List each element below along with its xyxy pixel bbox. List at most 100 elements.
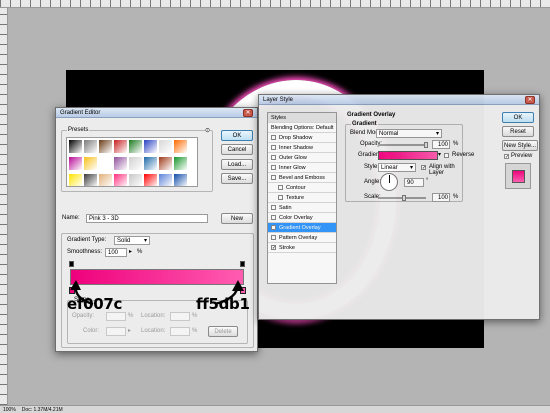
preset-swatch[interactable]: [69, 140, 82, 153]
stop-location-input-1[interactable]: [170, 312, 190, 321]
preset-swatch[interactable]: [114, 157, 127, 170]
new-style-button[interactable]: New Style...: [502, 140, 538, 151]
style-item-checkbox[interactable]: [278, 185, 283, 190]
style-item-checkbox[interactable]: [271, 235, 276, 240]
layer-style-titlebar[interactable]: Layer Style ✕: [259, 95, 539, 105]
style-item-blending-options-default[interactable]: Blending Options: Default: [268, 123, 336, 133]
preview-checkbox[interactable]: ✓: [504, 154, 509, 160]
scale-slider-thumb[interactable]: [402, 195, 406, 201]
close-icon[interactable]: ✕: [243, 108, 253, 117]
preset-swatch[interactable]: [174, 157, 187, 170]
ok-button[interactable]: OK: [502, 112, 534, 123]
style-item-checkbox[interactable]: ✓: [271, 245, 276, 251]
load-button[interactable]: Load...: [221, 159, 253, 170]
preset-swatch[interactable]: [99, 174, 112, 186]
cancel-button[interactable]: Cancel: [221, 144, 253, 155]
preset-swatch[interactable]: [174, 174, 187, 186]
opacity-slider[interactable]: [378, 144, 426, 146]
style-item-color-overlay[interactable]: Color Overlay: [268, 213, 336, 223]
preset-swatch[interactable]: [84, 174, 97, 186]
name-input[interactable]: Pink 3 - 3D: [86, 214, 208, 223]
style-item-outer-glow[interactable]: Outer Glow: [268, 153, 336, 163]
style-item-checkbox[interactable]: ✓: [271, 225, 276, 231]
preset-swatch[interactable]: [129, 174, 142, 186]
gradient-preview[interactable]: [378, 151, 438, 160]
opacity-input[interactable]: 100: [432, 140, 450, 149]
smoothness-label: Smoothness:: [67, 249, 103, 255]
close-icon[interactable]: ✕: [525, 95, 535, 104]
delete-button[interactable]: Delete: [208, 326, 238, 337]
preset-swatch[interactable]: [159, 174, 172, 186]
preset-swatch[interactable]: [69, 174, 82, 186]
style-item-inner-shadow[interactable]: Inner Shadow: [268, 143, 336, 153]
preset-swatch[interactable]: [99, 140, 112, 153]
style-select[interactable]: Linear ▾: [378, 163, 416, 172]
stop-opacity-input[interactable]: [106, 312, 126, 321]
preset-swatch[interactable]: [144, 157, 157, 170]
smoothness-stepper-icon[interactable]: ▸: [129, 248, 132, 255]
angle-dial-needle: [389, 175, 390, 183]
style-item-checkbox[interactable]: [271, 165, 276, 170]
preset-swatch[interactable]: [114, 174, 127, 186]
style-item-pattern-overlay[interactable]: Pattern Overlay: [268, 233, 336, 243]
preset-swatch[interactable]: [174, 140, 187, 153]
gradient-editor-titlebar[interactable]: Gradient Editor ✕: [56, 108, 257, 118]
style-item-checkbox[interactable]: [271, 135, 276, 140]
preset-swatch[interactable]: [84, 157, 97, 170]
style-item-stroke[interactable]: ✓ Stroke: [268, 243, 336, 253]
gradient-overlay-panel: Gradient Overlay Gradient Blend Mode: No…: [341, 112, 496, 202]
preset-swatch[interactable]: [144, 174, 157, 186]
save-button[interactable]: Save...: [221, 173, 253, 184]
style-item-satin[interactable]: Satin: [268, 203, 336, 213]
angle-dial[interactable]: [380, 173, 398, 191]
style-item-checkbox[interactable]: [271, 215, 276, 220]
preset-swatch[interactable]: [144, 140, 157, 153]
preset-swatch[interactable]: [99, 157, 112, 170]
gradient-dropdown-icon[interactable]: ▾: [438, 151, 441, 158]
preset-swatch[interactable]: [129, 140, 142, 153]
gradient-bar[interactable]: [70, 269, 244, 285]
opacity-stop-left[interactable]: [69, 261, 74, 267]
align-with-layer-checkbox[interactable]: ✓: [421, 165, 426, 171]
preset-swatch[interactable]: [129, 157, 142, 170]
style-item-inner-glow[interactable]: Inner Glow: [268, 163, 336, 173]
style-item-checkbox[interactable]: [271, 155, 276, 160]
preset-swatch[interactable]: [84, 140, 97, 153]
reverse-checkbox[interactable]: [444, 153, 449, 158]
style-item-contour[interactable]: Contour: [268, 183, 336, 193]
style-item-bevel-and-emboss[interactable]: Bevel and Emboss: [268, 173, 336, 183]
style-item-checkbox[interactable]: [271, 205, 276, 210]
style-item-checkbox[interactable]: [271, 145, 276, 150]
style-item-checkbox[interactable]: [271, 175, 276, 180]
style-value: Linear: [381, 165, 398, 171]
scale-input[interactable]: 100: [432, 193, 450, 202]
opacity-stop-right[interactable]: [240, 261, 245, 267]
preset-swatch[interactable]: [114, 140, 127, 153]
stop-location-input-2[interactable]: [170, 327, 190, 336]
angle-input[interactable]: 90: [404, 178, 424, 187]
ok-button[interactable]: OK: [221, 130, 253, 141]
stop-color-arrow-icon[interactable]: ▸: [128, 327, 131, 334]
zoom-level[interactable]: 100%: [3, 407, 16, 413]
presets-menu-icon[interactable]: ⊙: [204, 127, 210, 134]
style-item-gradient-overlay[interactable]: ✓ Gradient Overlay: [268, 223, 336, 233]
new-button[interactable]: New: [221, 213, 253, 224]
style-item-drop-shadow[interactable]: Drop Shadow: [268, 133, 336, 143]
preset-swatches[interactable]: [66, 137, 198, 187]
reset-button[interactable]: Reset: [502, 126, 534, 137]
preset-swatch[interactable]: [159, 140, 172, 153]
blend-mode-select[interactable]: Normal ▾: [376, 129, 442, 138]
color-stop-right[interactable]: [240, 287, 246, 294]
smoothness-input[interactable]: 100: [105, 248, 127, 257]
opacity-percent: %: [453, 141, 459, 147]
style-item-texture[interactable]: Texture: [268, 193, 336, 203]
gradient-type-select[interactable]: Solid ▾: [114, 236, 150, 245]
scale-percent: %: [453, 194, 459, 200]
preset-swatch[interactable]: [159, 157, 172, 170]
color-stop-left[interactable]: [69, 287, 75, 294]
opacity-slider-thumb[interactable]: [424, 142, 428, 148]
stop-color-swatch[interactable]: [106, 327, 126, 336]
style-item-checkbox[interactable]: [278, 195, 283, 200]
preset-swatch[interactable]: [69, 157, 82, 170]
styles-header[interactable]: Styles: [268, 113, 336, 123]
